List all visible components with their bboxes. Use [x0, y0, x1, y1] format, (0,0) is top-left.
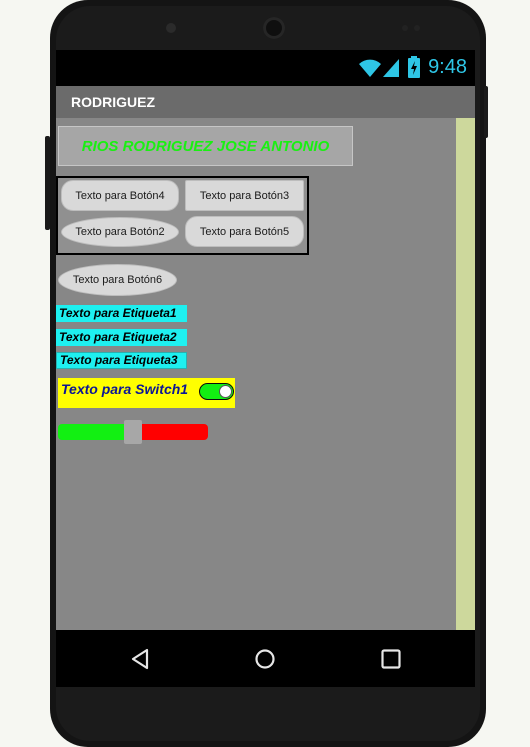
- battery-icon: [408, 56, 420, 78]
- slider[interactable]: [58, 420, 208, 444]
- power-button[interactable]: [484, 86, 488, 138]
- signal-icon: [383, 59, 399, 77]
- button-2[interactable]: Texto para Botón2: [61, 217, 179, 247]
- switch-label: Texto para Switch1: [61, 381, 189, 397]
- switch-thumb[interactable]: [219, 385, 232, 398]
- button-4[interactable]: Texto para Botón4: [61, 180, 179, 211]
- proximity-sensor: [402, 25, 408, 31]
- volume-button[interactable]: [45, 136, 50, 230]
- screen: 9:48 RODRIGUEZ RIOS RODRIGUEZ JOSE ANTON…: [56, 50, 475, 630]
- label-1: Texto para Etiqueta1: [56, 305, 187, 322]
- navigation-bar: [56, 630, 475, 687]
- app-title: RODRIGUEZ: [71, 94, 155, 110]
- button-group: Texto para Botón4 Texto para Botón3 Text…: [56, 176, 309, 255]
- name-label-box: RIOS RODRIGUEZ JOSE ANTONIO: [58, 126, 353, 166]
- status-bar: 9:48: [56, 50, 475, 86]
- button-6[interactable]: Texto para Botón6: [58, 264, 177, 296]
- front-camera: [166, 23, 176, 33]
- light-sensor: [414, 25, 420, 31]
- home-icon[interactable]: [254, 648, 276, 670]
- button-3[interactable]: Texto para Botón3: [185, 180, 304, 211]
- app-title-bar: RODRIGUEZ: [56, 86, 475, 120]
- switch-toggle[interactable]: [199, 383, 234, 400]
- name-label: RIOS RODRIGUEZ JOSE ANTONIO: [81, 137, 330, 155]
- recents-icon[interactable]: [380, 648, 402, 670]
- label-2: Texto para Etiqueta2: [56, 329, 187, 346]
- app-content: RIOS RODRIGUEZ JOSE ANTONIO Texto para B…: [56, 118, 456, 630]
- button-5[interactable]: Texto para Botón5: [185, 216, 304, 247]
- label-3: Texto para Etiqueta3: [56, 352, 187, 369]
- right-panel-strip: [456, 118, 475, 630]
- back-icon[interactable]: [130, 648, 150, 670]
- slider-fill-right: [133, 424, 208, 440]
- earpiece-speaker: [263, 17, 285, 39]
- status-time: 9:48: [428, 56, 467, 78]
- wifi-icon: [359, 59, 381, 77]
- switch-row: Texto para Switch1: [58, 378, 235, 408]
- slider-thumb[interactable]: [124, 420, 142, 444]
- slider-fill-left: [58, 424, 133, 440]
